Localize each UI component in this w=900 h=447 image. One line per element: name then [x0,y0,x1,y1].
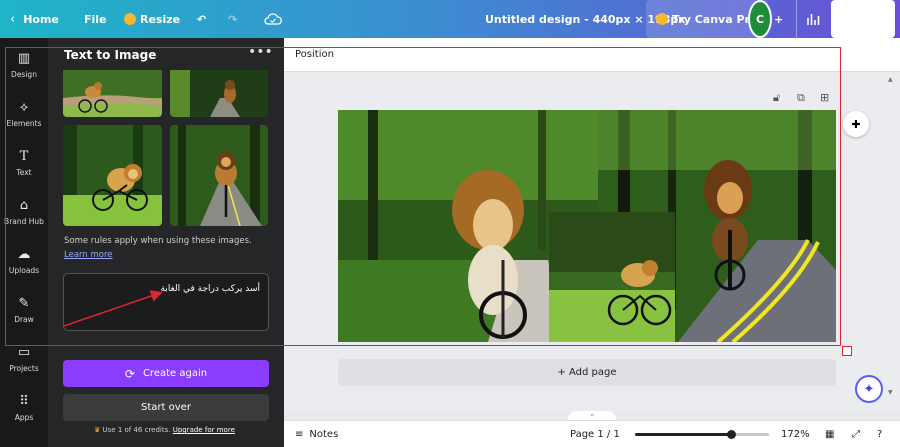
add-page-icon[interactable]: ⊞ [820,91,829,104]
rules-text: Some rules apply when using these images… [64,236,252,246]
pen-icon: ✎ [18,296,30,311]
rail-item-design[interactable]: ▥ Design [0,50,48,90]
text-to-image-panel: Text to Image ••• Some rules apply when … [48,38,284,447]
redo-icon[interactable]: ↷ [228,0,237,38]
rail-item-apps[interactable]: ⠿ Apps [0,393,48,433]
brand-hub-icon: ⌂ [19,198,29,213]
home-button[interactable]: ‹ Home [10,0,59,38]
zoom-fill [635,433,732,436]
undo-icon[interactable]: ↶ [197,0,206,38]
top-toolbar: ‹ Home File Resize ↶ ↷ Untitled design -… [0,0,900,38]
notes-label: Notes [309,429,339,440]
rail-label: Projects [9,364,39,373]
help-icon[interactable]: ? [877,421,882,447]
crown-icon [124,13,136,25]
generated-image-thumb-3[interactable] [63,125,162,226]
crown-icon [656,13,668,25]
rail-item-draw[interactable]: ✎ Draw [0,295,48,335]
magic-assistant-icon[interactable]: ✦ [855,375,883,403]
layout-icon: ▥ [17,51,31,66]
side-icon-rail: ▥ Design ⟡ Elements T Text ⌂ Brand Hub ☁… [0,38,48,447]
resize-label: Resize [140,12,181,26]
grid-view-icon[interactable]: ▦ [825,421,834,447]
create-again-button[interactable]: ⟳ Create again [63,360,269,387]
try-pro-label: Try Canva Pro [672,12,758,26]
context-toolbar: Position [284,38,900,72]
apps-icon: ⠿ [19,394,29,409]
home-label: Home [23,12,59,26]
crown-icon: ♛ [94,426,101,434]
start-over-button[interactable]: Start over [63,394,269,421]
panel-title: Text to Image [64,48,157,62]
vertical-scrollbar[interactable]: ▲ ▼ [888,76,894,396]
usage-rules-text: Some rules apply when using these images… [64,234,274,262]
bottom-toolbar: ≡ Notes Page 1 / 1 172% ▦ ⤢ ? [284,420,900,447]
rail-label: Design [11,70,37,79]
zoom-level[interactable]: 172% [781,421,810,447]
fullscreen-icon[interactable]: ⤢ [852,421,860,447]
rail-item-brand-hub[interactable]: ⌂ Brand Hub [0,197,48,237]
file-menu-button[interactable]: File [84,0,107,38]
duplicate-page-icon[interactable]: ⧉ [797,91,805,105]
more-options-icon[interactable]: ••• [248,44,273,60]
credits-info: ♛ Use 1 of 46 credits. Upgrade for more [94,426,235,434]
position-button[interactable]: Position [295,49,334,60]
lock-icon[interactable]: 🔓︎ [773,91,780,105]
add-collaborator-icon[interactable]: + [774,0,783,38]
cloud-save-icon[interactable] [264,0,282,38]
prompt-text: أسد يركب دراجة في الغابة [160,284,260,294]
chevron-left-icon: ‹ [10,11,16,27]
learn-more-link[interactable]: Learn more [64,250,112,260]
generated-image-thumb-1[interactable] [63,70,162,117]
rail-item-text[interactable]: T Text [0,148,48,188]
rail-label: Text [16,168,32,177]
zoom-slider[interactable] [635,421,769,447]
rail-label: Apps [14,413,34,422]
lion-bicycle-collage [338,110,836,342]
design-page[interactable] [338,110,836,342]
share-icon: ⇪ [837,12,848,26]
notes-icon: ≡ [295,429,304,440]
page-indicator[interactable]: Page 1 / 1 [570,421,620,447]
rail-label: Brand Hub [4,217,44,226]
rail-label: Uploads [8,266,40,275]
add-comment-icon[interactable]: ✚ [843,111,869,137]
annotation-arrow [63,290,163,327]
rail-item-projects[interactable]: ▭ Projects [0,344,48,384]
credits-text: Use 1 of 46 credits. [102,426,171,434]
refresh-icon: ⟳ [124,366,135,381]
annotation-resize-handle [842,346,852,356]
toolbar-divider [796,0,797,38]
insights-icon[interactable] [806,0,820,38]
scroll-up-icon[interactable]: ▲ [888,76,893,83]
rail-label: Draw [14,315,34,324]
share-button[interactable]: ⇪ Share [831,0,895,38]
resize-button[interactable]: Resize [124,0,180,38]
folder-icon: ▭ [17,345,31,360]
scroll-down-icon[interactable]: ▼ [888,389,893,396]
create-again-label: Create again [142,368,208,379]
rail-item-uploads[interactable]: ☁ Uploads [0,246,48,286]
notes-button[interactable]: ≡ Notes [295,421,338,447]
shapes-icon: ⟡ [19,100,29,115]
rail-item-elements[interactable]: ⟡ Elements [0,99,48,139]
upgrade-link[interactable]: Upgrade for more [173,426,235,434]
text-icon: T [19,149,29,164]
rail-label: Elements [6,119,42,128]
generated-image-thumb-4[interactable] [170,125,268,226]
upload-icon: ☁ [17,247,31,262]
add-page-button[interactable]: + Add page [338,359,836,386]
avatar[interactable]: C [748,0,772,38]
zoom-knob[interactable] [727,430,737,439]
share-label: Share [852,12,889,26]
generated-image-thumb-2[interactable] [170,70,268,117]
